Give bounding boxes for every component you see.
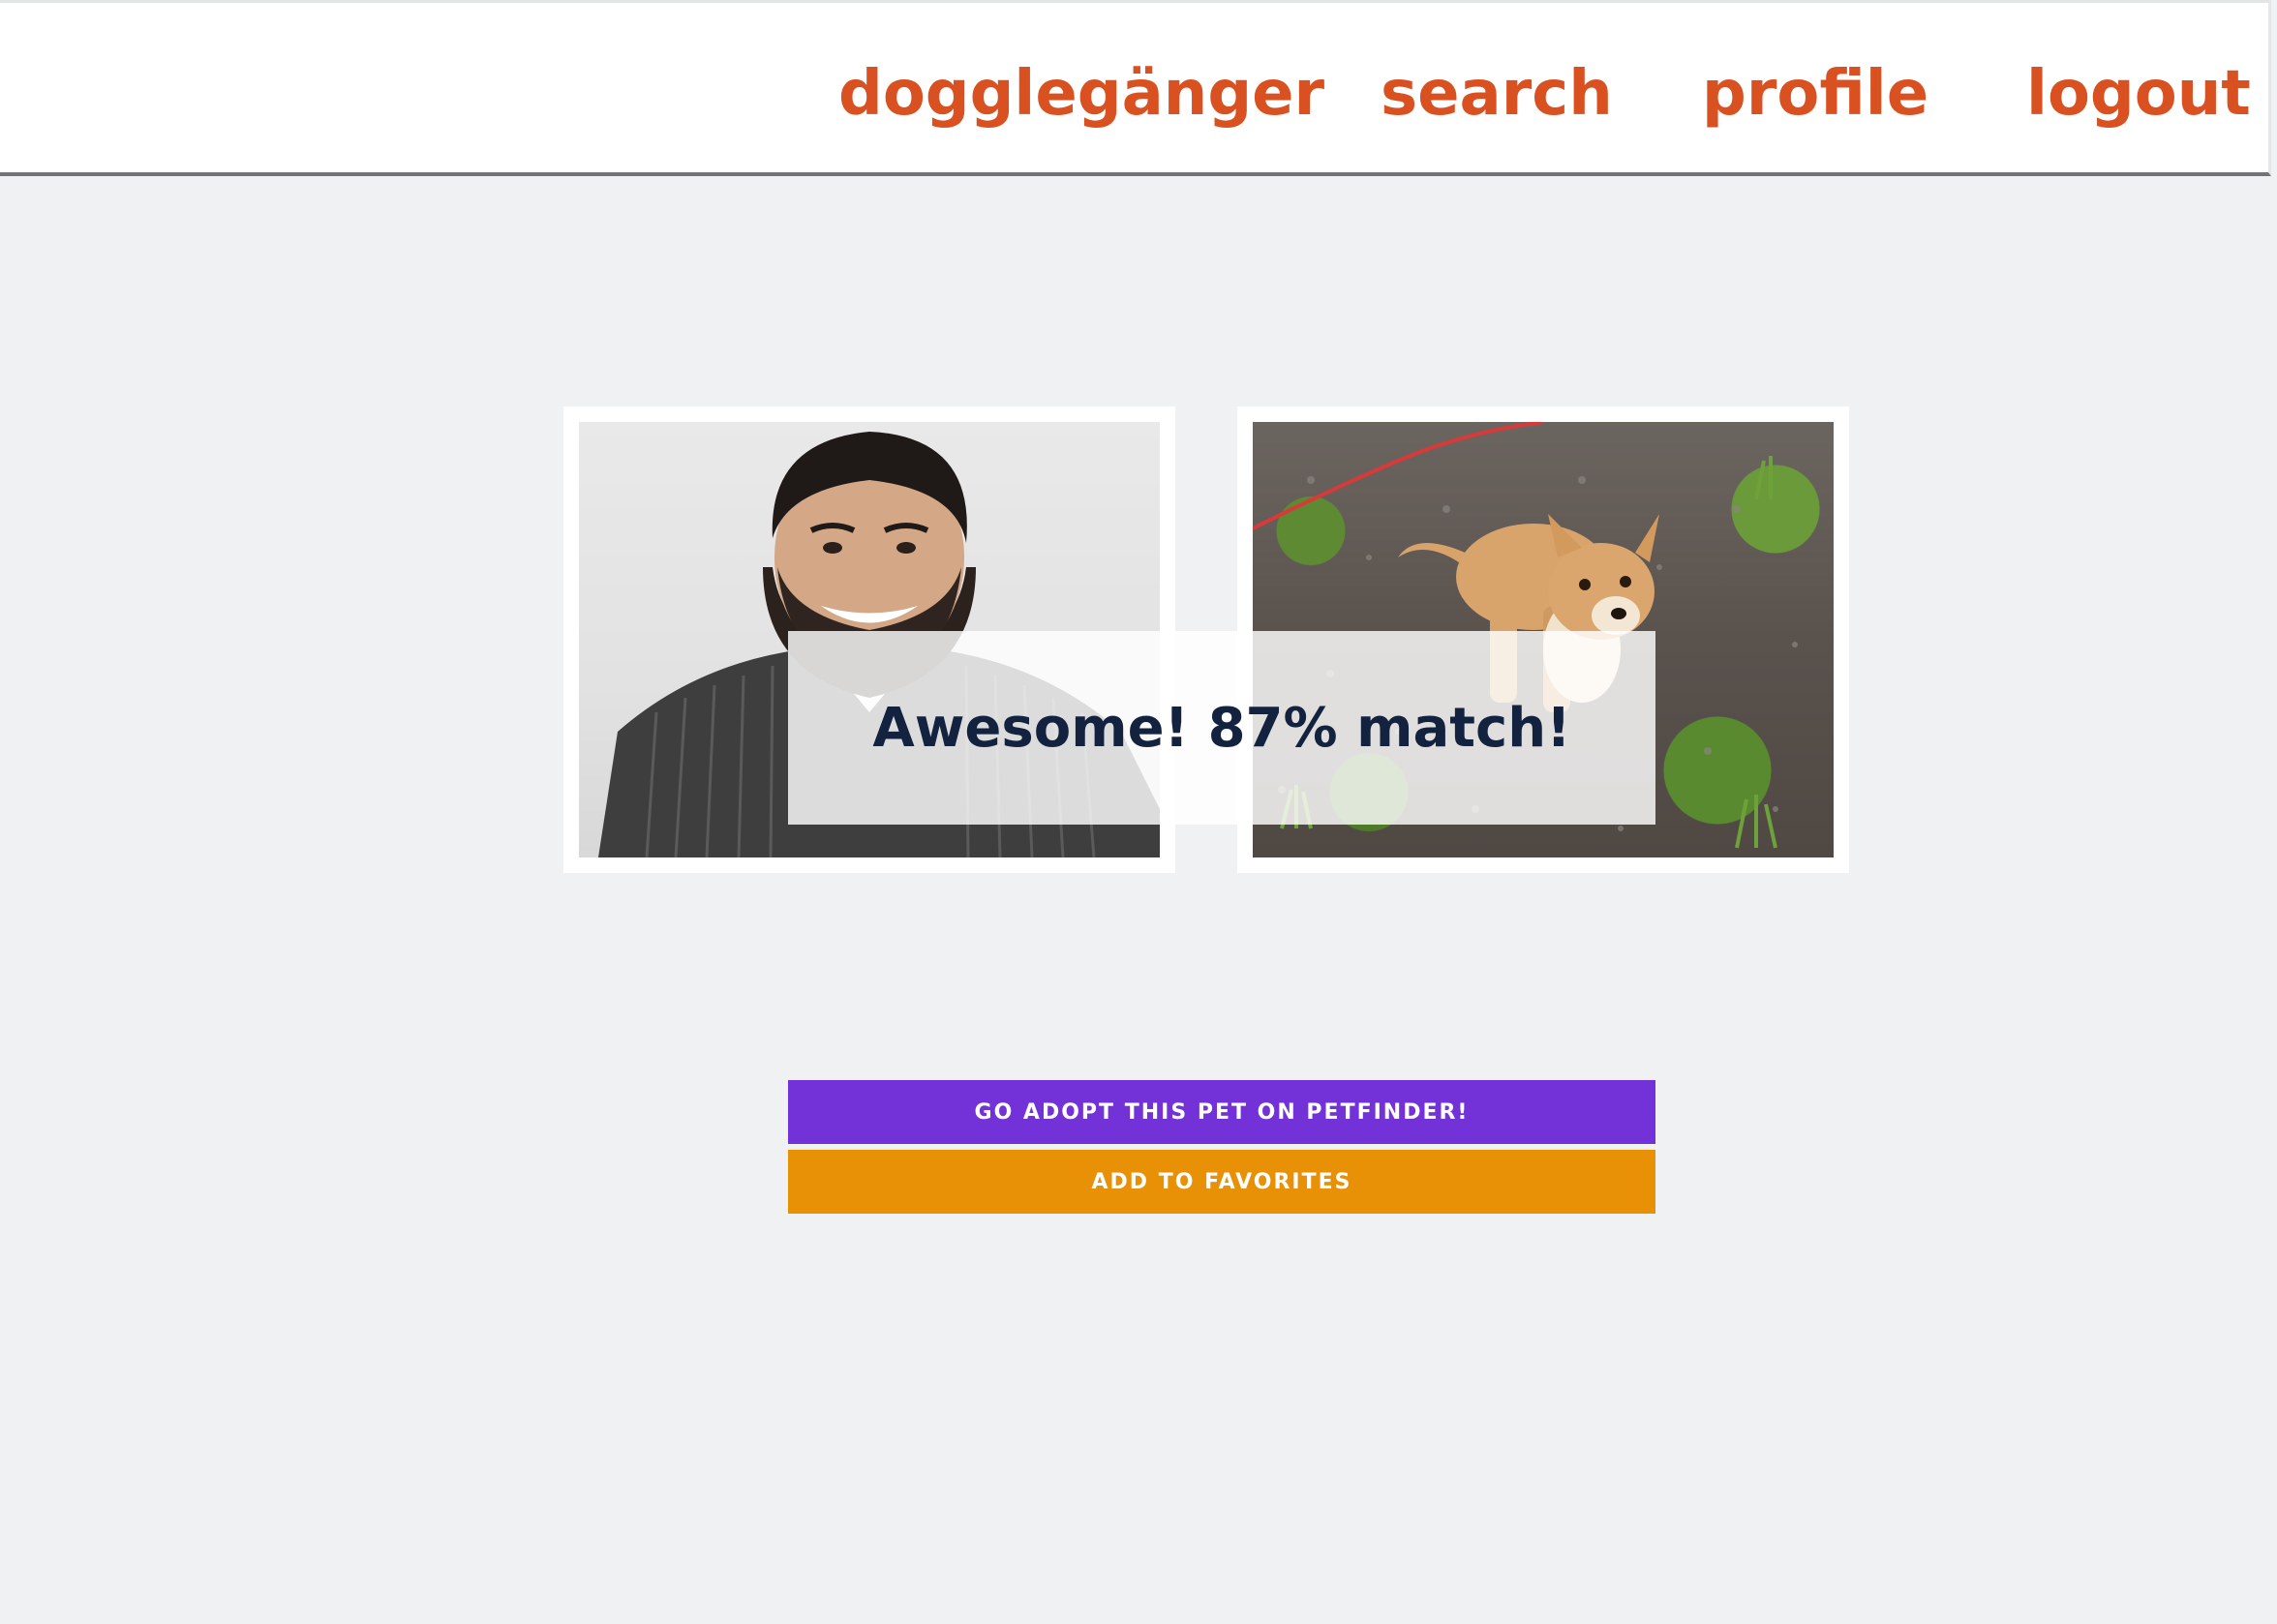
- top-navigation-bar: dogglegänger search profile logout: [0, 0, 2271, 176]
- brand-logo-link[interactable]: dogglegänger: [838, 55, 1324, 133]
- nav-logout-link[interactable]: logout: [2026, 55, 2251, 133]
- match-message: Awesome! 87% match!: [872, 696, 1571, 760]
- adopt-on-petfinder-button[interactable]: GO ADOPT THIS PET ON PETFINDER!: [788, 1080, 1655, 1144]
- add-to-favorites-button[interactable]: ADD TO FAVORITES: [788, 1150, 1655, 1214]
- nav-profile-link[interactable]: profile: [1702, 55, 1928, 133]
- match-result-overlay: Awesome! 87% match!: [788, 631, 1655, 825]
- nav-search-link[interactable]: search: [1381, 55, 1613, 133]
